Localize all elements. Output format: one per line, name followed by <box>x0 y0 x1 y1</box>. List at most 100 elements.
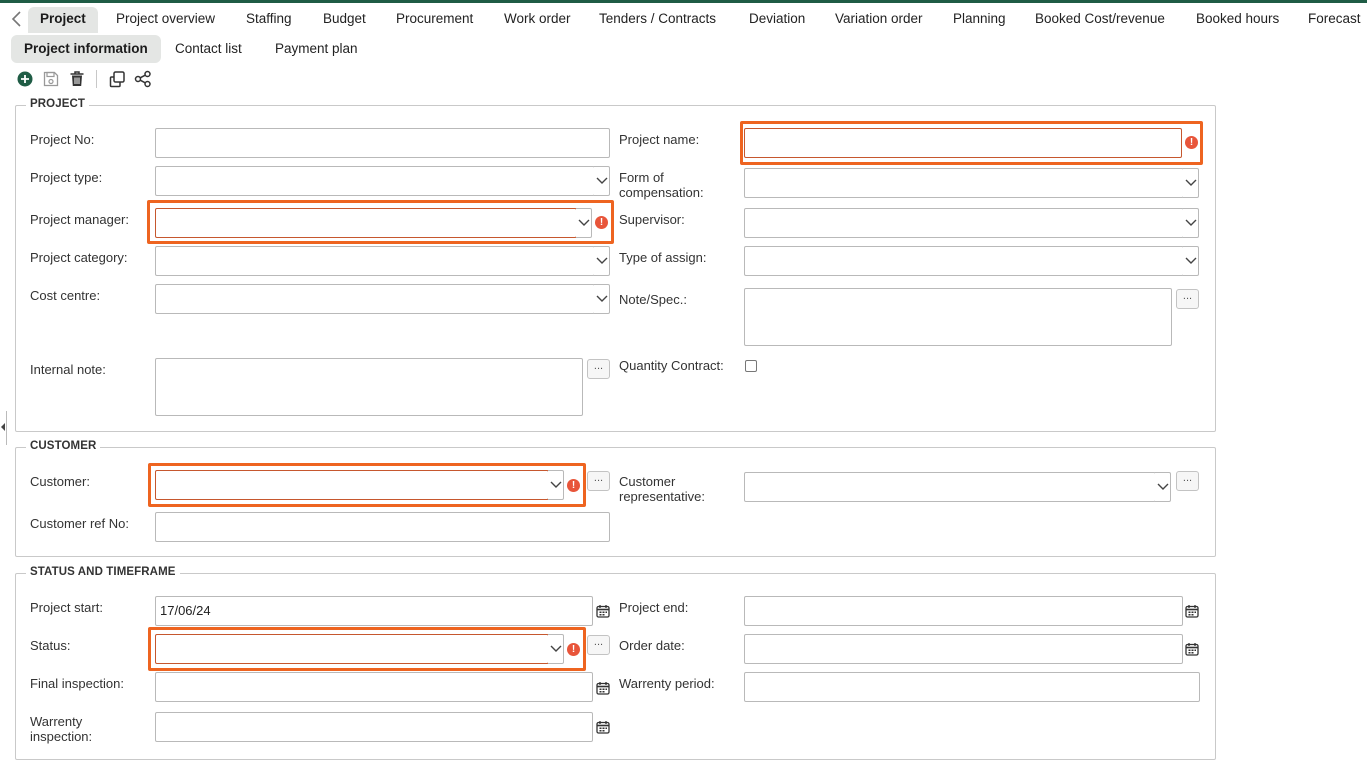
chevron-down-icon <box>1185 219 1197 226</box>
status-lookup-button[interactable]: ... <box>587 635 610 655</box>
internal-note-expand-button[interactable]: ... <box>587 359 610 379</box>
note-spec-label: Note/Spec.: <box>619 292 687 307</box>
main-tab-bar: Project Project overview Staffing Budget… <box>0 3 1367 33</box>
chevron-down-icon <box>550 481 562 488</box>
cost-centre-dropdown[interactable] <box>594 284 610 314</box>
customer-representative-lookup-button[interactable]: ... <box>1176 471 1199 491</box>
status-label: Status: <box>30 638 71 653</box>
status-dropdown[interactable] <box>548 634 564 664</box>
project-type-dropdown[interactable] <box>594 166 610 196</box>
tab-planning[interactable]: Planning <box>953 7 1006 33</box>
customer-label: Customer: <box>30 474 90 489</box>
form-of-compensation-label-line1: Form of <box>619 170 664 185</box>
side-panel-collapse-handle[interactable] <box>0 411 7 445</box>
tab-booked-hours[interactable]: Booked hours <box>1196 7 1279 33</box>
customer-representative-label-line1: Customer <box>619 474 676 489</box>
calendar-icon[interactable] <box>1185 642 1199 656</box>
note-spec-expand-button[interactable]: ... <box>1176 289 1199 309</box>
type-of-assign-dropdown[interactable] <box>1183 246 1199 276</box>
warrenty-inspection-label-line2: inspection: <box>30 729 93 744</box>
tab-booked-cost-revenue[interactable]: Booked Cost/revenue <box>1035 7 1165 33</box>
customer-ref-no-label: Customer ref No: <box>30 516 129 531</box>
share-icon[interactable] <box>133 69 153 89</box>
chevron-down-icon <box>578 219 590 226</box>
subtab-payment-plan[interactable]: Payment plan <box>275 35 358 63</box>
project-no-label: Project No: <box>30 132 95 147</box>
tab-forecast[interactable]: Forecast <box>1308 7 1361 33</box>
toolbar-separator <box>96 70 97 88</box>
order-date-input[interactable] <box>744 634 1183 664</box>
supervisor-label: Supervisor: <box>619 212 685 227</box>
project-type-select[interactable] <box>155 166 595 196</box>
project-end-input[interactable] <box>744 596 1183 626</box>
tab-tenders-contracts[interactable]: Tenders / Contracts <box>599 7 716 33</box>
chevron-down-icon <box>596 257 608 264</box>
quantity-contract-checkbox[interactable] <box>745 360 757 372</box>
tab-procurement[interactable]: Procurement <box>396 7 473 33</box>
project-category-select[interactable] <box>155 246 595 276</box>
internal-note-label: Internal note: <box>30 362 106 377</box>
final-inspection-label: Final inspection: <box>30 676 124 691</box>
project-section-title: PROJECT <box>26 98 90 110</box>
status-select[interactable] <box>155 634 549 664</box>
cost-centre-select[interactable] <box>155 284 595 314</box>
tab-deviation[interactable]: Deviation <box>749 7 805 33</box>
project-type-label: Project type: <box>30 170 103 185</box>
chevron-down-icon <box>1157 483 1169 490</box>
warning-icon: ! <box>567 643 580 656</box>
add-circle-icon[interactable] <box>15 69 35 89</box>
customer-section-title: CUSTOMER <box>26 440 101 452</box>
project-category-dropdown[interactable] <box>594 246 610 276</box>
warrenty-period-input[interactable] <box>744 672 1200 702</box>
subtab-contact-list[interactable]: Contact list <box>175 35 242 63</box>
trash-icon[interactable] <box>67 69 87 89</box>
order-date-label: Order date: <box>619 638 685 653</box>
project-manager-dropdown[interactable] <box>576 208 592 238</box>
warrenty-inspection-label-line1: Warrenty <box>30 714 83 729</box>
warrenty-inspection-input[interactable] <box>155 712 593 742</box>
form-of-compensation-label-line2: compensation: <box>619 185 704 200</box>
customer-representative-dropdown[interactable] <box>1155 472 1171 502</box>
calendar-icon[interactable] <box>596 720 610 734</box>
supervisor-dropdown[interactable] <box>1183 208 1199 238</box>
chevron-down-icon <box>1185 179 1197 186</box>
project-name-input[interactable] <box>744 128 1182 158</box>
form-of-compensation-label: Form of compensation: <box>619 170 704 200</box>
customer-representative-select[interactable] <box>744 472 1156 502</box>
customer-lookup-button[interactable]: ... <box>587 471 610 491</box>
chevron-down-icon <box>596 177 608 184</box>
chevron-left-icon[interactable] <box>8 9 26 29</box>
project-no-input[interactable] <box>155 128 610 158</box>
customer-dropdown[interactable] <box>548 470 564 500</box>
tab-project[interactable]: Project <box>28 7 98 33</box>
tab-variation-order[interactable]: Variation order <box>835 7 923 33</box>
type-of-assign-select[interactable] <box>744 246 1184 276</box>
calendar-icon[interactable] <box>1185 604 1199 618</box>
save-icon[interactable] <box>41 69 61 89</box>
cost-centre-label: Cost centre: <box>30 288 101 303</box>
quantity-contract-label: Quantity Contract: <box>619 358 724 373</box>
warrenty-period-label: Warrenty period: <box>619 676 715 691</box>
tab-project-overview[interactable]: Project overview <box>116 7 215 33</box>
project-manager-select[interactable] <box>155 208 577 238</box>
project-end-label: Project end: <box>619 600 689 615</box>
warning-icon: ! <box>595 216 608 229</box>
subtab-project-information[interactable]: Project information <box>11 35 161 63</box>
calendar-icon[interactable] <box>596 604 610 618</box>
project-start-input[interactable]: 17/06/24 <box>155 596 593 626</box>
calendar-icon[interactable] <box>596 681 610 695</box>
form-of-compensation-dropdown[interactable] <box>1183 168 1199 198</box>
tab-work-order[interactable]: Work order <box>504 7 571 33</box>
tab-staffing[interactable]: Staffing <box>246 7 292 33</box>
customer-ref-no-input[interactable] <box>155 512 610 542</box>
copy-icon[interactable] <box>107 69 127 89</box>
internal-note-textarea[interactable] <box>155 358 583 416</box>
customer-select[interactable] <box>155 470 549 500</box>
supervisor-select[interactable] <box>744 208 1184 238</box>
project-category-label: Project category: <box>30 250 128 265</box>
tab-budget[interactable]: Budget <box>323 7 366 33</box>
final-inspection-input[interactable] <box>155 672 593 702</box>
note-spec-textarea[interactable] <box>744 288 1172 346</box>
chevron-down-icon <box>596 295 608 302</box>
form-of-compensation-select[interactable] <box>744 168 1184 198</box>
